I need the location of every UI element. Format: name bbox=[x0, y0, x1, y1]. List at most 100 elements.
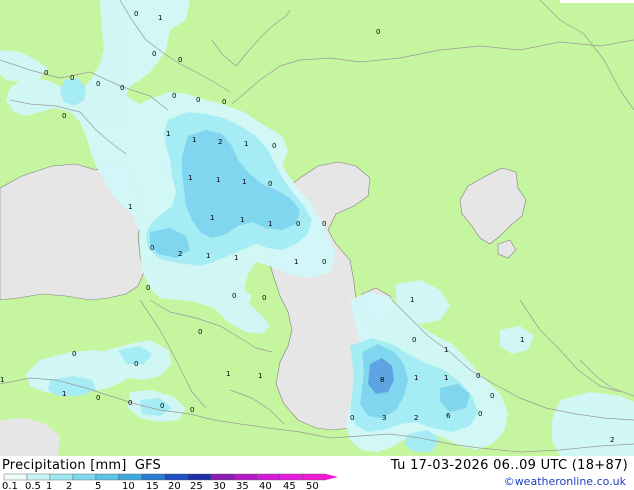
legend-swatch bbox=[72, 473, 97, 481]
map-value-label: 8 bbox=[380, 376, 384, 384]
map-value-label: 1 bbox=[226, 370, 230, 378]
map-value-label: 0 bbox=[70, 74, 74, 82]
map-value-label: 1 bbox=[520, 336, 524, 344]
legend-label: 25 bbox=[190, 481, 203, 490]
map-value-label: 0 bbox=[476, 372, 480, 380]
map-value-label: 0 bbox=[146, 284, 150, 292]
map-value-label: 1 bbox=[410, 296, 414, 304]
map-value-label: 1 bbox=[158, 14, 162, 22]
map-value-label: 1 bbox=[128, 203, 132, 211]
map-value-label: 0 bbox=[262, 294, 266, 302]
legend-label: 40 bbox=[259, 481, 272, 490]
bottom-bar: Precipitation [mm] GFS Tu 17-03-2026 06.… bbox=[0, 456, 634, 490]
legend-label: 50 bbox=[306, 481, 319, 490]
map-value-label: 0 bbox=[196, 96, 200, 104]
legend-swatch bbox=[256, 473, 281, 481]
precipitation-map: 0 1 0 0 0 0 0 0 0 0 0 0 0 1 2 1 0 1 1 1 1 0 1 1 1 1 0 2 1 1 1 0 0 0 0 0 0 0 0 0… bbox=[0, 0, 634, 456]
map-value-label: 0 bbox=[160, 402, 164, 410]
model-name: GFS bbox=[134, 458, 161, 473]
map-value-label: 0 bbox=[72, 350, 76, 358]
map-value-label: 1 bbox=[210, 214, 214, 222]
map-value-label: 1 bbox=[216, 176, 220, 184]
map-value-label: 0 bbox=[96, 80, 100, 88]
legend-label: 30 bbox=[213, 481, 226, 490]
map-value-label: 1 bbox=[0, 376, 4, 384]
map-value-label: 1 bbox=[242, 178, 246, 186]
legend-swatch bbox=[95, 473, 120, 481]
title-text: Precipitation [mm] bbox=[2, 458, 127, 473]
map-value-label: 0 bbox=[272, 142, 276, 150]
map-value-label: 1 bbox=[62, 390, 66, 398]
map-value-label: 0 bbox=[172, 92, 176, 100]
map-value-label: 0 bbox=[198, 328, 202, 336]
map-value-label: 1 bbox=[444, 374, 448, 382]
legend-swatch bbox=[210, 473, 235, 481]
legend-label: 15 bbox=[146, 481, 159, 490]
map-value-label: 1 bbox=[166, 130, 170, 138]
map-value-label: 1 bbox=[444, 346, 448, 354]
map-value-label: 0 bbox=[128, 399, 132, 407]
map-value-label: 0 bbox=[150, 244, 154, 252]
map-value-label: 0 bbox=[322, 258, 326, 266]
map-value-label: 2 bbox=[414, 414, 418, 422]
legend-label: 35 bbox=[236, 481, 249, 490]
valid-time: Tu 17-03-2026 06..09 UTC (18+87) bbox=[390, 458, 628, 473]
map-value-label: 0 bbox=[222, 98, 226, 106]
legend-swatch bbox=[49, 473, 74, 481]
legend-label: 10 bbox=[122, 481, 135, 490]
map-value-label: 0 bbox=[350, 414, 354, 422]
legend-arrow bbox=[326, 474, 338, 480]
map-value-label: 0 bbox=[96, 394, 100, 402]
map-value-label: 0 bbox=[120, 84, 124, 92]
map-value-label: 0 bbox=[296, 220, 300, 228]
legend-swatch bbox=[3, 473, 28, 481]
panel-corner bbox=[560, 0, 634, 3]
legend-label: 5 bbox=[95, 481, 101, 490]
legend-swatch bbox=[233, 473, 258, 481]
map-value-label: 3 bbox=[382, 414, 386, 422]
map-value-label: 0 bbox=[322, 220, 326, 228]
legend-swatch bbox=[302, 473, 327, 481]
legend-swatch bbox=[187, 473, 212, 481]
legend-swatch bbox=[279, 473, 304, 481]
legend-swatch bbox=[141, 473, 166, 481]
map-value-label: 0 bbox=[190, 406, 194, 414]
map-value-label: 0 bbox=[376, 28, 380, 36]
legend-label: 20 bbox=[168, 481, 181, 490]
map-value-label: 1 bbox=[234, 254, 238, 262]
map-value-label: 1 bbox=[268, 220, 272, 228]
map-value-label: 1 bbox=[294, 258, 298, 266]
map-value-label: 2 bbox=[610, 436, 614, 444]
map-value-label: 0 bbox=[178, 56, 182, 64]
map-value-label: 0 bbox=[412, 336, 416, 344]
map-value-label: 1 bbox=[206, 252, 210, 260]
map-value-label: 0 bbox=[232, 292, 236, 300]
legend-label: 0.1 bbox=[2, 481, 18, 490]
map-value-label: 0 bbox=[62, 112, 66, 120]
map-value-label: 1 bbox=[258, 372, 262, 380]
map-value-label: 2 bbox=[218, 138, 222, 146]
map-value-label: 0 bbox=[134, 10, 138, 18]
map-value-label: 0 bbox=[44, 69, 48, 77]
map-area: 0 1 0 0 0 0 0 0 0 0 0 0 0 1 2 1 0 1 1 1 1 0 1 1 1 1 0 2 1 1 1 0 0 0 0 0 0 0 0 0… bbox=[0, 0, 634, 456]
legend-label: 2 bbox=[66, 481, 72, 490]
legend-label: 0.5 bbox=[25, 481, 41, 490]
map-value-label: 0 bbox=[152, 50, 156, 58]
map-value-label: 6 bbox=[446, 412, 451, 420]
credit-link[interactable]: ©weatheronline.co.uk bbox=[504, 475, 626, 488]
map-value-label: 1 bbox=[414, 374, 418, 382]
map-value-label: 0 bbox=[134, 360, 138, 368]
legend-label: 1 bbox=[46, 481, 52, 490]
map-value-label: 1 bbox=[240, 216, 244, 224]
map-value-label: 0 bbox=[268, 180, 272, 188]
legend-label: 45 bbox=[283, 481, 296, 490]
map-value-label: 1 bbox=[188, 174, 192, 182]
legend-swatch bbox=[118, 473, 143, 481]
map-value-label: 2 bbox=[178, 250, 182, 258]
map-value-label: 1 bbox=[244, 140, 248, 148]
map-value-label: 1 bbox=[192, 136, 196, 144]
map-value-label: 0 bbox=[490, 392, 494, 400]
legend-swatch bbox=[26, 473, 51, 481]
map-value-label: 0 bbox=[478, 410, 482, 418]
map-title: Precipitation [mm] GFS bbox=[2, 458, 161, 473]
